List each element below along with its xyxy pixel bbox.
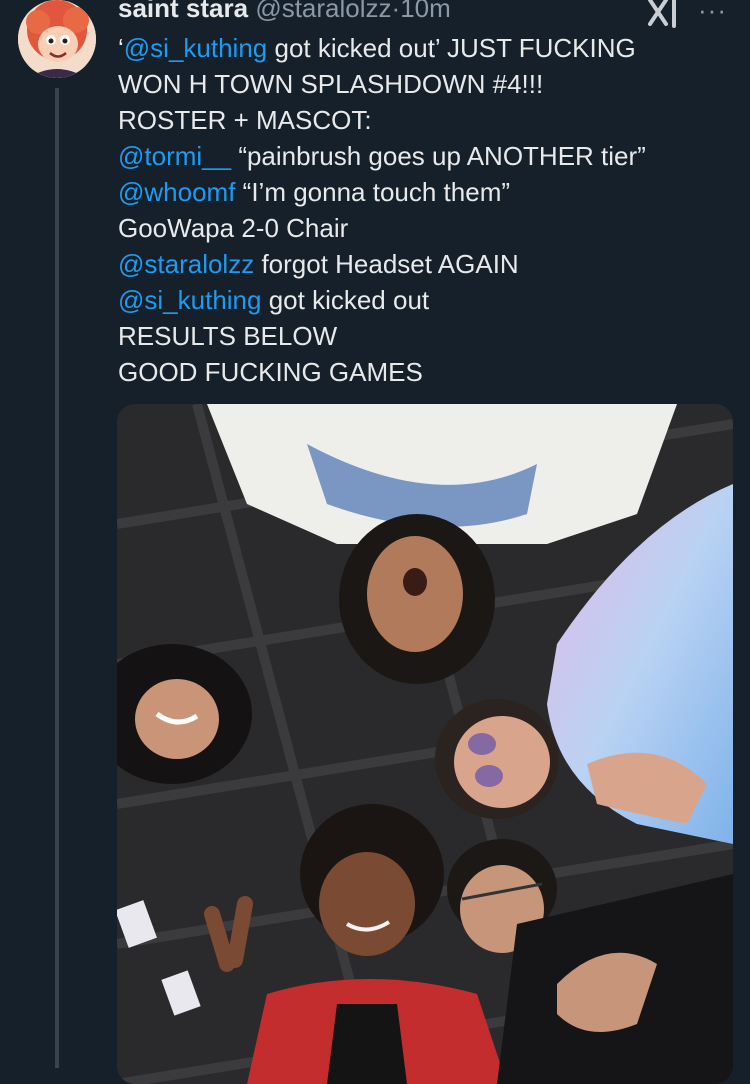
tweet-text-segment: “I’m gonna touch them” xyxy=(235,177,511,207)
user-handle[interactable]: @staralolzz xyxy=(255,0,391,23)
tweet-text-segment: GOOD FUCKING GAMES xyxy=(118,357,423,387)
tweet-line: @staralolzz forgot Headset AGAIN xyxy=(118,246,738,282)
avatar[interactable] xyxy=(18,0,96,78)
group-selfie-image xyxy=(117,404,733,1084)
tweet-header: saint stara @staralolzz·10m xyxy=(118,0,451,25)
tweet-line: @si_kuthing got kicked out xyxy=(118,282,738,318)
display-name[interactable]: saint stara xyxy=(118,0,248,23)
thread-line xyxy=(55,88,59,1068)
tweet-text-segment: ROSTER + MASCOT: xyxy=(118,105,372,135)
more-options-icon[interactable]: ··· xyxy=(698,0,727,23)
mention-link[interactable]: @si_kuthing xyxy=(124,33,267,63)
mention-link[interactable]: @staralolzz xyxy=(118,249,254,279)
tweet-text-segment: forgot Headset AGAIN xyxy=(254,249,519,279)
tweet-text-segment: WON H TOWN SPLASHDOWN #4!!! xyxy=(118,69,544,99)
x-logo-icon xyxy=(648,0,676,28)
tweet-text-segment: got kicked out xyxy=(261,285,430,315)
tweet-line: @whoomf “I’m gonna touch them” xyxy=(118,174,738,210)
tweet-line: ‘@si_kuthing got kicked out’ JUST FUCKIN… xyxy=(118,30,738,66)
mention-link[interactable]: @tormi__ xyxy=(118,141,231,171)
tweet-line: GooWapa 2-0 Chair xyxy=(118,210,738,246)
mention-link[interactable]: @whoomf xyxy=(118,177,235,207)
mention-link[interactable]: @si_kuthing xyxy=(118,285,261,315)
tweet-text-segment: GooWapa 2-0 Chair xyxy=(118,213,349,243)
tweet-line: WON H TOWN SPLASHDOWN #4!!! xyxy=(118,66,738,102)
tweet-line: GOOD FUCKING GAMES xyxy=(118,354,738,390)
tweet-text-segment: RESULTS BELOW xyxy=(118,321,338,351)
separator-dot: · xyxy=(391,0,401,23)
tweet-text: ‘@si_kuthing got kicked out’ JUST FUCKIN… xyxy=(118,30,738,390)
avatar-image xyxy=(18,0,96,78)
tweet-line: RESULTS BELOW xyxy=(118,318,738,354)
tweet-line: ROSTER + MASCOT: xyxy=(118,102,738,138)
tweet-photo[interactable] xyxy=(117,404,733,1084)
tweet-text-segment: got kicked out’ JUST FUCKING xyxy=(267,33,636,63)
tweet-line: @tormi__ “painbrush goes up ANOTHER tier… xyxy=(118,138,738,174)
tweet-text-segment: “painbrush goes up ANOTHER tier” xyxy=(231,141,646,171)
timestamp[interactable]: 10m xyxy=(400,0,451,23)
